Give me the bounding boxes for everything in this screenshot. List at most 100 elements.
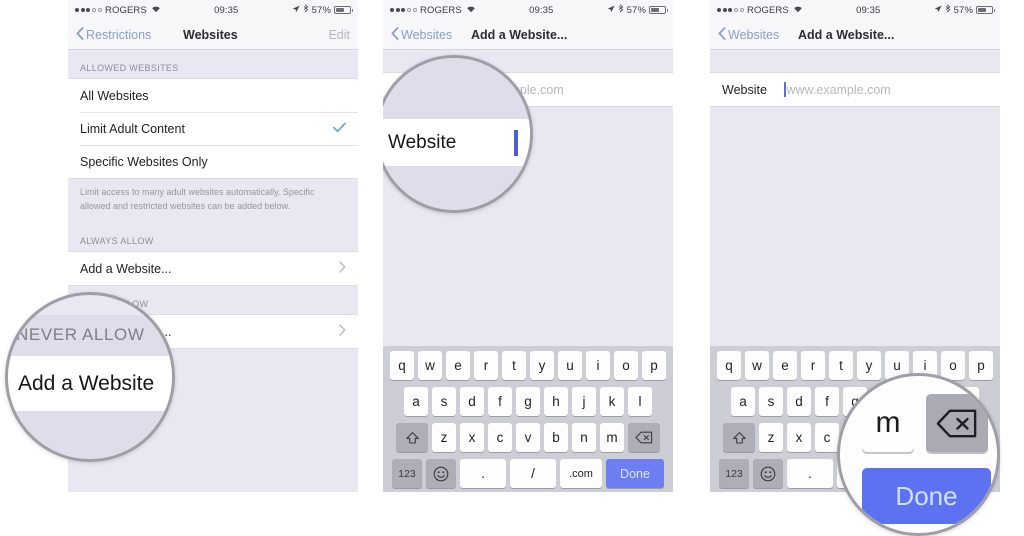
website-field-row[interactable]: Website www.example.com — [710, 72, 1000, 107]
key-u[interactable]: u — [558, 351, 582, 380]
nav-bar: Restrictions Websites Edit — [68, 20, 358, 50]
key-s[interactable]: s — [432, 387, 456, 416]
delete-key[interactable] — [628, 423, 660, 452]
key-g[interactable]: g — [516, 387, 540, 416]
allowed-websites-group: All Websites Limit Adult Content Specifi… — [68, 78, 358, 179]
row-label: All Websites — [80, 88, 149, 103]
key-c[interactable]: c — [815, 423, 839, 452]
key-t[interactable]: t — [502, 351, 526, 380]
key-p[interactable]: p — [642, 351, 666, 380]
key-e[interactable]: e — [446, 351, 470, 380]
key-v[interactable]: v — [516, 423, 540, 452]
status-bar-time: 09:35 — [856, 4, 881, 16]
magnified-section-header: NEVER ALLOW — [8, 315, 172, 355]
key-o[interactable]: o — [614, 351, 638, 380]
bluetooth-icon — [303, 4, 309, 16]
key-w[interactable]: w — [418, 351, 442, 380]
edit-button[interactable]: Edit — [328, 28, 350, 42]
section-header-allowed-websites: ALLOWED WEBSITES — [80, 63, 179, 73]
status-bar-right: 57% — [934, 4, 995, 16]
shift-key[interactable] — [723, 423, 755, 452]
magnified-key-row: m — [840, 394, 997, 456]
status-bar-time: 09:35 — [529, 4, 554, 16]
dot-com-key[interactable]: .com — [560, 459, 602, 488]
key-l[interactable]: l — [628, 387, 652, 416]
key-z[interactable]: z — [432, 423, 456, 452]
slash-key[interactable]: / — [510, 459, 556, 488]
key-r[interactable]: r — [474, 351, 498, 380]
magnified-field-row[interactable]: Website — [383, 118, 530, 167]
magnifier-callout-add-a-website: NEVER ALLOW Add a Website — [5, 292, 175, 462]
key-k[interactable]: k — [600, 387, 624, 416]
key-y[interactable]: y — [530, 351, 554, 380]
website-input[interactable]: www.example.com — [784, 82, 891, 97]
key-z[interactable]: z — [759, 423, 783, 452]
key-n[interactable]: n — [572, 423, 596, 452]
back-button-label: Websites — [728, 27, 780, 42]
key-d[interactable]: d — [460, 387, 484, 416]
back-button-websites[interactable]: Websites — [391, 26, 453, 43]
signal-strength-icon — [717, 7, 744, 13]
numbers-key[interactable]: 123 — [719, 459, 749, 488]
key-c[interactable]: c — [488, 423, 512, 452]
magnified-background — [8, 411, 172, 459]
chevron-left-icon — [76, 26, 84, 43]
done-key[interactable]: Done — [606, 459, 664, 488]
shift-key[interactable] — [396, 423, 428, 452]
magnified-section-header-label: NEVER ALLOW — [16, 325, 145, 344]
key-f[interactable]: f — [815, 387, 839, 416]
add-a-website-row-always[interactable]: Add a Website... — [68, 252, 358, 285]
magnifier-callout-done-key: m Done — [837, 373, 1000, 536]
key-b[interactable]: b — [544, 423, 568, 452]
page-title: Add a Website... — [471, 27, 568, 42]
back-button-websites[interactable]: Websites — [718, 26, 780, 43]
key-x[interactable]: x — [787, 423, 811, 452]
numbers-key[interactable]: 123 — [392, 459, 422, 488]
magnified-background-top — [383, 58, 530, 118]
key-i[interactable]: i — [586, 351, 610, 380]
key-a[interactable]: a — [404, 387, 428, 416]
status-bar-left: ROGERS — [390, 5, 476, 16]
key-f[interactable]: f — [488, 387, 512, 416]
key-d[interactable]: d — [787, 387, 811, 416]
period-key[interactable]: . — [460, 459, 506, 488]
text-cursor — [514, 129, 518, 156]
magnified-row[interactable]: Add a Website — [8, 355, 172, 413]
emoji-key[interactable] — [426, 459, 456, 488]
chevron-right-icon — [339, 261, 346, 276]
magnified-done-key[interactable]: Done — [862, 468, 991, 524]
signal-strength-icon — [390, 7, 417, 13]
period-key[interactable]: . — [787, 459, 833, 488]
emoji-key[interactable] — [753, 459, 783, 488]
magnifier-content: NEVER ALLOW Add a Website — [8, 295, 172, 459]
row-label: Add a Website... — [80, 261, 172, 276]
magnified-key-m[interactable]: m — [862, 394, 914, 452]
nav-bar: Websites Add a Website... — [383, 20, 673, 50]
key-q[interactable]: q — [390, 351, 414, 380]
keyboard-row-1: q w e r t y u i o p — [385, 351, 671, 380]
key-q[interactable]: q — [717, 351, 741, 380]
key-h[interactable]: h — [544, 387, 568, 416]
magnified-row-label: Add a Website — [18, 372, 155, 395]
key-x[interactable]: x — [460, 423, 484, 452]
key-a[interactable]: a — [731, 387, 755, 416]
chevron-right-icon — [339, 324, 346, 339]
key-m[interactable]: m — [600, 423, 624, 452]
key-j[interactable]: j — [572, 387, 596, 416]
always-allow-group: Add a Website... — [68, 251, 358, 286]
status-bar-right: 57% — [607, 4, 668, 16]
status-bar-left: ROGERS — [717, 5, 803, 16]
list-item[interactable]: All Websites — [68, 79, 358, 112]
location-arrow-icon — [607, 5, 615, 16]
status-bar-time: 09:35 — [214, 4, 239, 16]
list-item[interactable]: Specific Websites Only — [68, 145, 358, 178]
back-button-label: Websites — [401, 27, 453, 42]
key-s[interactable]: s — [759, 387, 783, 416]
list-item[interactable]: Limit Adult Content — [68, 112, 358, 145]
key-r[interactable]: r — [801, 351, 825, 380]
key-e[interactable]: e — [773, 351, 797, 380]
back-button-restrictions[interactable]: Restrictions — [76, 26, 151, 43]
magnified-delete-key[interactable] — [926, 394, 988, 452]
key-w[interactable]: w — [745, 351, 769, 380]
status-bar: ROGERS 09:35 57% — [710, 0, 1000, 20]
